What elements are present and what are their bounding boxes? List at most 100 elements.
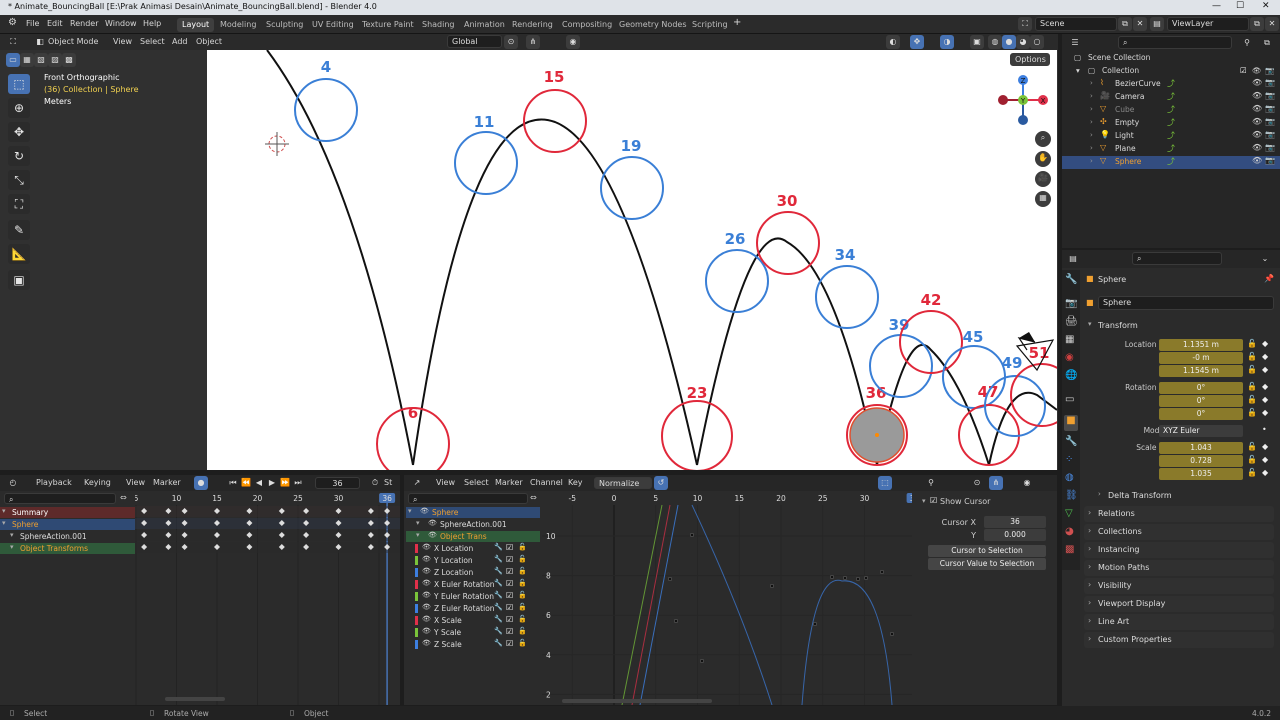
keyframe-icon[interactable]: ◆ — [1262, 339, 1268, 348]
camera-view-icon[interactable]: 🎥 — [1035, 171, 1051, 187]
visibility-eye-icon[interactable]: 👁 — [422, 555, 431, 563]
rotation-z-field[interactable]: 0° — [1159, 408, 1243, 420]
render-camera-icon[interactable]: 📷 — [1265, 143, 1275, 152]
channel-checkbox-icon[interactable]: ☑ — [506, 543, 513, 552]
close-button[interactable]: ✕ — [1262, 1, 1270, 11]
lock-icon[interactable]: 🔓 — [1247, 395, 1257, 404]
3d-cursor-icon[interactable] — [265, 132, 289, 156]
modifier-wrench-icon[interactable]: 🔧 — [494, 627, 503, 635]
options-dropdown[interactable]: Options — [1010, 53, 1050, 66]
select-box-icon[interactable]: ▭ — [6, 53, 20, 67]
add-workspace-button[interactable]: + — [733, 17, 741, 28]
dope-channel-action[interactable]: ▾ SphereAction.001 — [0, 531, 135, 542]
rotation-y-field[interactable]: 0° — [1159, 395, 1243, 407]
visibility-eye-icon[interactable]: 👁 — [428, 519, 437, 527]
visibility-eye-icon[interactable]: 👁 — [422, 543, 431, 551]
modifier-wrench-icon[interactable]: 🔧 — [494, 579, 503, 587]
tab-texture-paint[interactable]: Texture Paint — [357, 18, 419, 32]
panel-custom-properties[interactable]: › Custom Properties — [1084, 632, 1274, 648]
lock-icon[interactable]: 🔓 — [1247, 455, 1257, 464]
select-subtract-icon[interactable]: ▧ — [34, 53, 48, 67]
chevron-down-icon[interactable]: ▾ — [10, 543, 14, 551]
graph-channel-group[interactable]: ▾ Object Trans 👁 — [406, 531, 540, 542]
keyframe-icon[interactable]: ◆ — [1262, 468, 1268, 477]
keyframe-icon[interactable]: ◆ — [1262, 455, 1268, 464]
graph-swap-icon[interactable]: ⇔ — [530, 493, 537, 502]
graph-keyframe-point[interactable] — [879, 569, 885, 575]
record-icon[interactable]: ● — [194, 476, 208, 490]
lock-icon[interactable]: 🔓 — [518, 579, 527, 587]
viewport-menu-add[interactable]: Add — [172, 37, 188, 46]
proportional-edit-icon[interactable]: ◉ — [566, 35, 580, 49]
location-y-field[interactable]: -0 m — [1159, 352, 1243, 364]
tab-animation[interactable]: Animation — [459, 18, 510, 32]
wireframe-shading-icon[interactable]: ◍ — [988, 35, 1002, 49]
visibility-eye-icon[interactable]: 👁 — [1252, 78, 1262, 87]
graph-menu-view[interactable]: View — [436, 478, 455, 487]
lock-icon[interactable]: 🔓 — [1247, 442, 1257, 451]
graph-fcurve-channel[interactable]: 👁 Y Location 🔧 ☑ 🔓 — [412, 555, 540, 566]
graph-fcurve-channel[interactable]: 👁 Z Location 🔧 ☑ 🔓 — [412, 567, 540, 578]
modifier-wrench-icon[interactable]: 🔧 — [494, 615, 503, 623]
zoom-icon[interactable]: ⌕ — [1035, 131, 1051, 147]
modifier-wrench-icon[interactable]: 🔧 — [494, 555, 503, 563]
rotation-mode-dropdown[interactable]: XYZ Euler — [1159, 425, 1243, 437]
graph-keyframe-point[interactable] — [699, 658, 705, 664]
graph-keyframe-point[interactable] — [829, 574, 835, 580]
delete-scene-icon[interactable]: ✕ — [1133, 17, 1147, 31]
render-tab-icon[interactable]: 📷 — [1065, 298, 1077, 309]
timeline-editor-icon[interactable]: ◴ — [6, 476, 20, 490]
jump-keyframe-forward-icon[interactable]: ⏩ — [278, 476, 292, 490]
viewlayer-field[interactable]: ViewLayer — [1167, 17, 1249, 31]
timeline-menu-keying[interactable]: Keying — [84, 478, 111, 487]
tab-sculpting[interactable]: Sculpting — [261, 18, 308, 32]
chevron-down-icon[interactable]: ▾ — [10, 531, 14, 539]
location-z-field[interactable]: 1.1545 m — [1159, 365, 1243, 377]
tab-scripting[interactable]: Scripting — [687, 18, 733, 32]
tab-modeling[interactable]: Modeling — [215, 18, 261, 32]
rotation-x-field[interactable]: 0° — [1159, 382, 1243, 394]
menu-render[interactable]: Render — [70, 19, 98, 28]
render-camera-icon[interactable]: 📷 — [1265, 104, 1275, 113]
panel-viewport-display[interactable]: › Viewport Display — [1084, 596, 1274, 612]
collection-visibility-icon[interactable]: 👁 — [1252, 66, 1262, 75]
data-tab-icon[interactable]: ▽ — [1065, 508, 1073, 519]
dope-channel-group[interactable]: ▾ Object Transforms — [0, 543, 135, 554]
dope-keyframe-area[interactable]: 5 10 15 20 25 30 36 — [135, 491, 400, 705]
rotate-tool-icon[interactable]: ↻ — [8, 146, 30, 166]
visibility-eye-icon[interactable]: 👁 — [1252, 130, 1262, 139]
visibility-eye-icon[interactable]: 👁 — [1252, 117, 1262, 126]
outliner-item-light[interactable]: › 💡 Light ⤴ 👁 📷 — [1062, 130, 1280, 143]
channel-checkbox-icon[interactable]: ☑ — [506, 627, 513, 636]
delta-transform-header[interactable]: › Delta Transform — [1094, 488, 1274, 504]
graph-channel-object[interactable]: ▾ Sphere 👁 — [406, 507, 540, 518]
collection-checkbox-icon[interactable]: ☑ — [1240, 66, 1247, 75]
material-shading-icon[interactable]: ◕ — [1016, 35, 1030, 49]
lock-icon[interactable]: 🔓 — [518, 603, 527, 611]
graph-menu-select[interactable]: Select — [464, 478, 489, 487]
render-camera-icon[interactable]: 📷 — [1265, 130, 1275, 139]
lock-icon[interactable]: 🔓 — [1247, 365, 1257, 374]
pan-icon[interactable]: ✋ — [1035, 151, 1051, 167]
physics-tab-icon[interactable]: ◍ — [1065, 472, 1074, 483]
graph-keyframe-point[interactable] — [889, 631, 895, 637]
output-tab-icon[interactable]: 🖨 — [1065, 316, 1078, 327]
modifier-wrench-icon[interactable]: 🔧 — [494, 591, 503, 599]
outliner-item-beziercurve[interactable]: › ⌇ BezierCurve ⤴ 👁 📷 — [1062, 78, 1280, 91]
graph-keyframe-point[interactable] — [863, 575, 869, 581]
keyframe-icon[interactable]: ◆ — [1262, 395, 1268, 404]
object-tab-icon[interactable]: ■ — [1064, 415, 1078, 431]
timeline-menu-playback[interactable]: Playback — [36, 478, 72, 487]
normalize-toggle[interactable]: Normalize — [594, 477, 652, 489]
jump-end-icon[interactable]: ⏭ — [291, 476, 305, 490]
world-tab-icon[interactable]: 🌐 — [1065, 370, 1077, 381]
visibility-icon[interactable]: ◐ — [886, 35, 900, 49]
constraints-tab-icon[interactable]: ⛓ — [1065, 490, 1078, 501]
chevron-right-icon[interactable]: › — [1090, 157, 1093, 165]
panel-relations[interactable]: › Relations — [1084, 506, 1274, 522]
chevron-down-icon[interactable]: ▾ — [2, 519, 6, 527]
object-mode-dropdown[interactable]: Object Mode — [48, 37, 98, 46]
scene-tab-icon[interactable]: ◉ — [1065, 352, 1074, 363]
transform-tool-icon[interactable]: ⛶ — [8, 194, 30, 214]
graph-keyframe-point[interactable] — [769, 583, 775, 589]
